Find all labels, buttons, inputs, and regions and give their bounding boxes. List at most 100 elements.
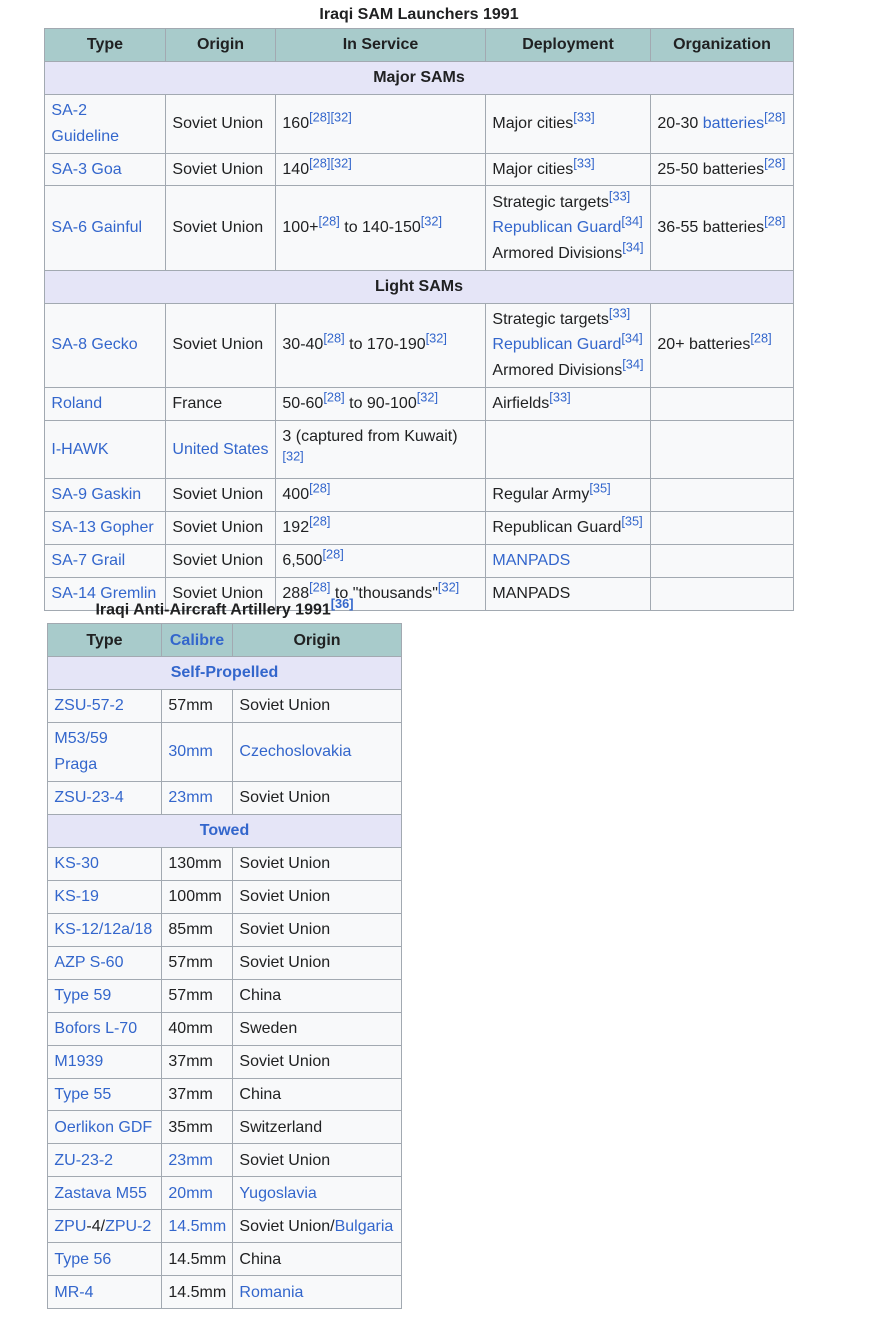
citation-ref[interactable]: [28]: [764, 155, 785, 170]
citation-ref[interactable]: [33]: [549, 390, 570, 405]
citation-ref[interactable]: [32]: [417, 390, 438, 405]
citation-link[interactable]: [28]: [318, 214, 339, 229]
citation-ref[interactable]: [33]: [573, 110, 594, 125]
link[interactable]: Type 55: [54, 1086, 111, 1103]
citation-ref[interactable]: [34]: [622, 240, 643, 255]
link[interactable]: ZPU-2: [105, 1218, 151, 1235]
link[interactable]: ZU-23-2: [54, 1152, 113, 1169]
link[interactable]: Republican Guard: [492, 219, 621, 236]
link[interactable]: Zastava M55: [54, 1185, 146, 1202]
citation-ref[interactable]: [28]: [323, 390, 344, 405]
link[interactable]: Roland: [51, 395, 102, 412]
link[interactable]: Romania: [239, 1284, 303, 1301]
citation-ref[interactable]: [28]: [309, 155, 330, 170]
link[interactable]: United States: [172, 441, 268, 458]
link[interactable]: KS-12/12a/18: [54, 921, 152, 938]
link[interactable]: Bulgaria: [335, 1218, 394, 1235]
citation-ref[interactable]: [28]: [764, 214, 785, 229]
citation-link[interactable]: [36]: [331, 596, 354, 611]
link[interactable]: 23mm: [168, 1152, 212, 1169]
citation-link[interactable]: [32]: [421, 214, 442, 229]
link[interactable]: Republican Guard: [492, 336, 621, 353]
citation-link[interactable]: [33]: [549, 390, 570, 405]
citation-link[interactable]: [35]: [621, 514, 642, 529]
link[interactable]: Yugoslavia: [239, 1185, 316, 1202]
citation-ref[interactable]: [33]: [609, 305, 630, 320]
citation-link[interactable]: [33]: [573, 155, 594, 170]
citation-link[interactable]: [33]: [609, 305, 630, 320]
citation-ref[interactable]: [32]: [282, 448, 303, 463]
link[interactable]: 30mm: [168, 743, 212, 760]
citation-link[interactable]: [34]: [621, 214, 642, 229]
link[interactable]: KS-30: [54, 855, 98, 872]
citation-link[interactable]: [33]: [609, 188, 630, 203]
link[interactable]: SA-6 Gainful: [51, 219, 142, 236]
citation-ref[interactable]: [35]: [621, 514, 642, 529]
citation-ref[interactable]: [32]: [330, 110, 351, 125]
link[interactable]: Type 59: [54, 987, 111, 1004]
citation-link[interactable]: [28]: [309, 481, 330, 496]
citation-link[interactable]: [28]: [309, 110, 330, 125]
citation-ref[interactable]: [28]: [309, 514, 330, 529]
citation-link[interactable]: [28]: [309, 155, 330, 170]
link[interactable]: Bofors L-70: [54, 1020, 137, 1037]
link[interactable]: Czechoslovakia: [239, 743, 351, 760]
citation-ref[interactable]: [32]: [421, 214, 442, 229]
link[interactable]: MANPADS: [492, 552, 570, 569]
citation-link[interactable]: [28]: [764, 110, 785, 125]
citation-ref[interactable]: [28]: [309, 481, 330, 496]
citation-link[interactable]: [34]: [622, 240, 643, 255]
citation-link[interactable]: [28]: [323, 390, 344, 405]
citation-link[interactable]: [28]: [750, 331, 771, 346]
link[interactable]: SA-8 Gecko: [51, 336, 137, 353]
link[interactable]: KS-19: [54, 888, 98, 905]
citation-link[interactable]: [28]: [764, 155, 785, 170]
link[interactable]: ZSU-57-2: [54, 697, 123, 714]
link[interactable]: SA-7 Grail: [51, 552, 125, 569]
citation-ref[interactable]: [36]: [331, 596, 354, 611]
citation-link[interactable]: [34]: [621, 331, 642, 346]
link[interactable]: Self-Propelled: [171, 664, 279, 681]
citation-ref[interactable]: [32]: [426, 331, 447, 346]
citation-ref[interactable]: [28]: [309, 110, 330, 125]
citation-link[interactable]: [28]: [322, 547, 343, 562]
citation-ref[interactable]: [33]: [573, 155, 594, 170]
citation-link[interactable]: [34]: [622, 357, 643, 372]
citation-ref[interactable]: [28]: [323, 331, 344, 346]
link[interactable]: MR-4: [54, 1284, 93, 1301]
citation-ref[interactable]: [35]: [589, 481, 610, 496]
link[interactable]: AZP S-60: [54, 954, 123, 971]
citation-ref[interactable]: [32]: [438, 580, 459, 595]
link[interactable]: SA-3 Goa: [51, 161, 121, 178]
citation-ref[interactable]: [34]: [621, 331, 642, 346]
citation-link[interactable]: [28]: [309, 514, 330, 529]
link[interactable]: SA-2 Guideline: [51, 102, 119, 145]
citation-ref[interactable]: [28]: [318, 214, 339, 229]
citation-ref[interactable]: [28]: [750, 331, 771, 346]
citation-ref[interactable]: [34]: [621, 214, 642, 229]
citation-link[interactable]: [32]: [282, 448, 303, 463]
citation-link[interactable]: [33]: [573, 110, 594, 125]
citation-link[interactable]: [32]: [330, 155, 351, 170]
link[interactable]: Oerlikon GDF: [54, 1119, 152, 1136]
link[interactable]: 14.5mm: [168, 1218, 226, 1235]
link[interactable]: Calibre: [170, 632, 224, 649]
link[interactable]: ZPU: [54, 1218, 86, 1235]
link[interactable]: M1939: [54, 1053, 103, 1070]
link[interactable]: batteries: [703, 115, 764, 132]
link[interactable]: SA-9 Gaskin: [51, 486, 141, 503]
link[interactable]: Type 56: [54, 1251, 111, 1268]
citation-link[interactable]: [32]: [426, 331, 447, 346]
citation-ref[interactable]: [28]: [764, 110, 785, 125]
citation-link[interactable]: [32]: [438, 580, 459, 595]
citation-link[interactable]: [28]: [323, 331, 344, 346]
link[interactable]: Towed: [200, 822, 249, 839]
link[interactable]: ZSU-23-4: [54, 789, 123, 806]
link[interactable]: I-HAWK: [51, 441, 108, 458]
citation-link[interactable]: [32]: [330, 110, 351, 125]
citation-link[interactable]: [35]: [589, 481, 610, 496]
citation-ref[interactable]: [34]: [622, 357, 643, 372]
citation-ref[interactable]: [32]: [330, 155, 351, 170]
citation-link[interactable]: [28]: [764, 214, 785, 229]
citation-ref[interactable]: [28]: [322, 547, 343, 562]
